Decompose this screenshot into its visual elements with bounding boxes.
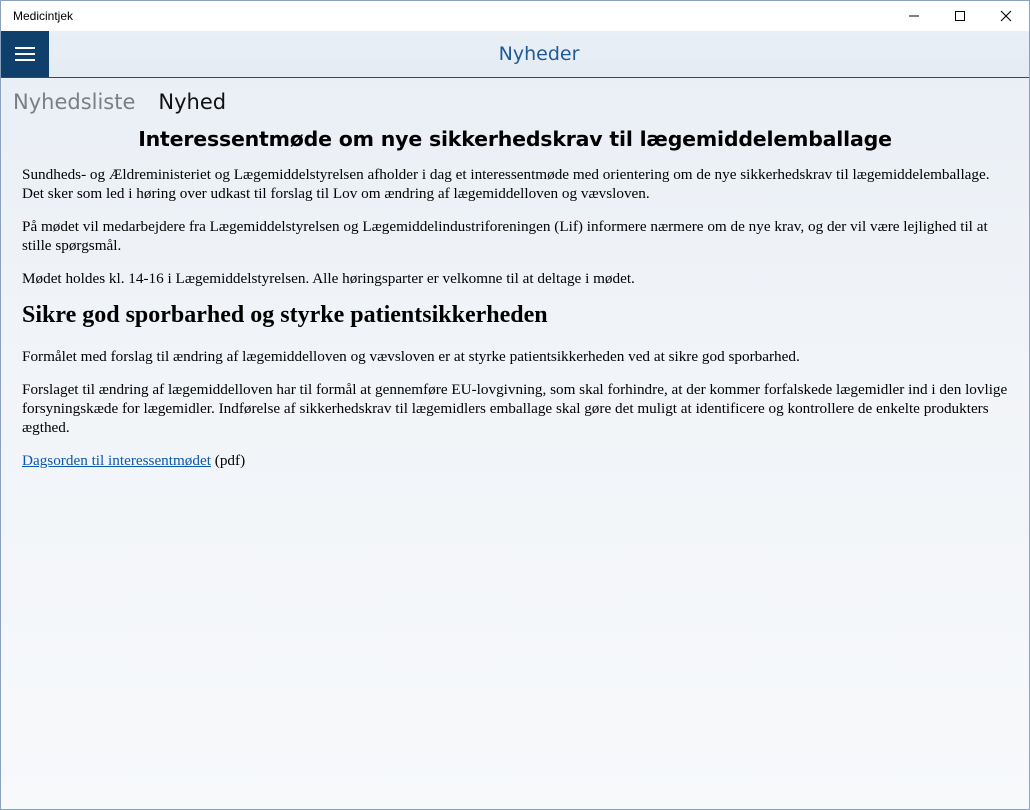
- file-type-label: (pdf): [210, 452, 246, 469]
- article-content: Interessentmøde om nye sikkerhedskrav ti…: [1, 127, 1029, 470]
- article-paragraph: På mødet vil medarbejdere fra Lægemiddel…: [22, 218, 988, 254]
- tab-nyhed[interactable]: Nyhed: [158, 90, 226, 114]
- minimize-button[interactable]: [891, 1, 937, 31]
- article-paragraph: Sundheds- og Ældreministeriet og Lægemid…: [22, 166, 990, 202]
- page-title: Nyheder: [498, 43, 580, 65]
- tab-nyhedsliste[interactable]: Nyhedsliste: [13, 90, 135, 114]
- hamburger-menu-icon: [15, 47, 35, 61]
- close-icon: [1000, 10, 1012, 22]
- title-bar: Medicintjek: [1, 1, 1029, 31]
- maximize-button[interactable]: [937, 1, 983, 31]
- app-header: Nyheder: [1, 31, 1029, 78]
- maximize-icon: [955, 11, 965, 21]
- window-controls: [891, 1, 1029, 31]
- close-button[interactable]: [983, 1, 1029, 31]
- window-title: Medicintjek: [13, 9, 74, 23]
- minimize-icon: [909, 15, 919, 17]
- article-title: Interessentmøde om nye sikkerhedskrav ti…: [138, 127, 892, 151]
- agenda-paragraph: Dagsorden til interessentmødet (pdf): [22, 451, 1008, 470]
- agenda-pdf-link[interactable]: Dagsorden til interessentmødet: [22, 452, 211, 469]
- article-paragraph: Forslaget til ændring af lægemiddelloven…: [22, 381, 1008, 436]
- article-subheading: Sikre god sporbarhed og styrke patientsi…: [22, 302, 548, 328]
- article-paragraph: Formålet med forslag til ændring af læge…: [22, 348, 800, 365]
- article-paragraph: Mødet holdes kl. 14-16 i Lægemiddelstyre…: [22, 270, 635, 287]
- pivot-tabs: Nyhedsliste Nyhed: [1, 78, 1029, 126]
- app-window: Medicintjek Nyheder Nyhedsliste Nyhed In…: [0, 0, 1030, 810]
- hamburger-menu-button[interactable]: [1, 31, 49, 77]
